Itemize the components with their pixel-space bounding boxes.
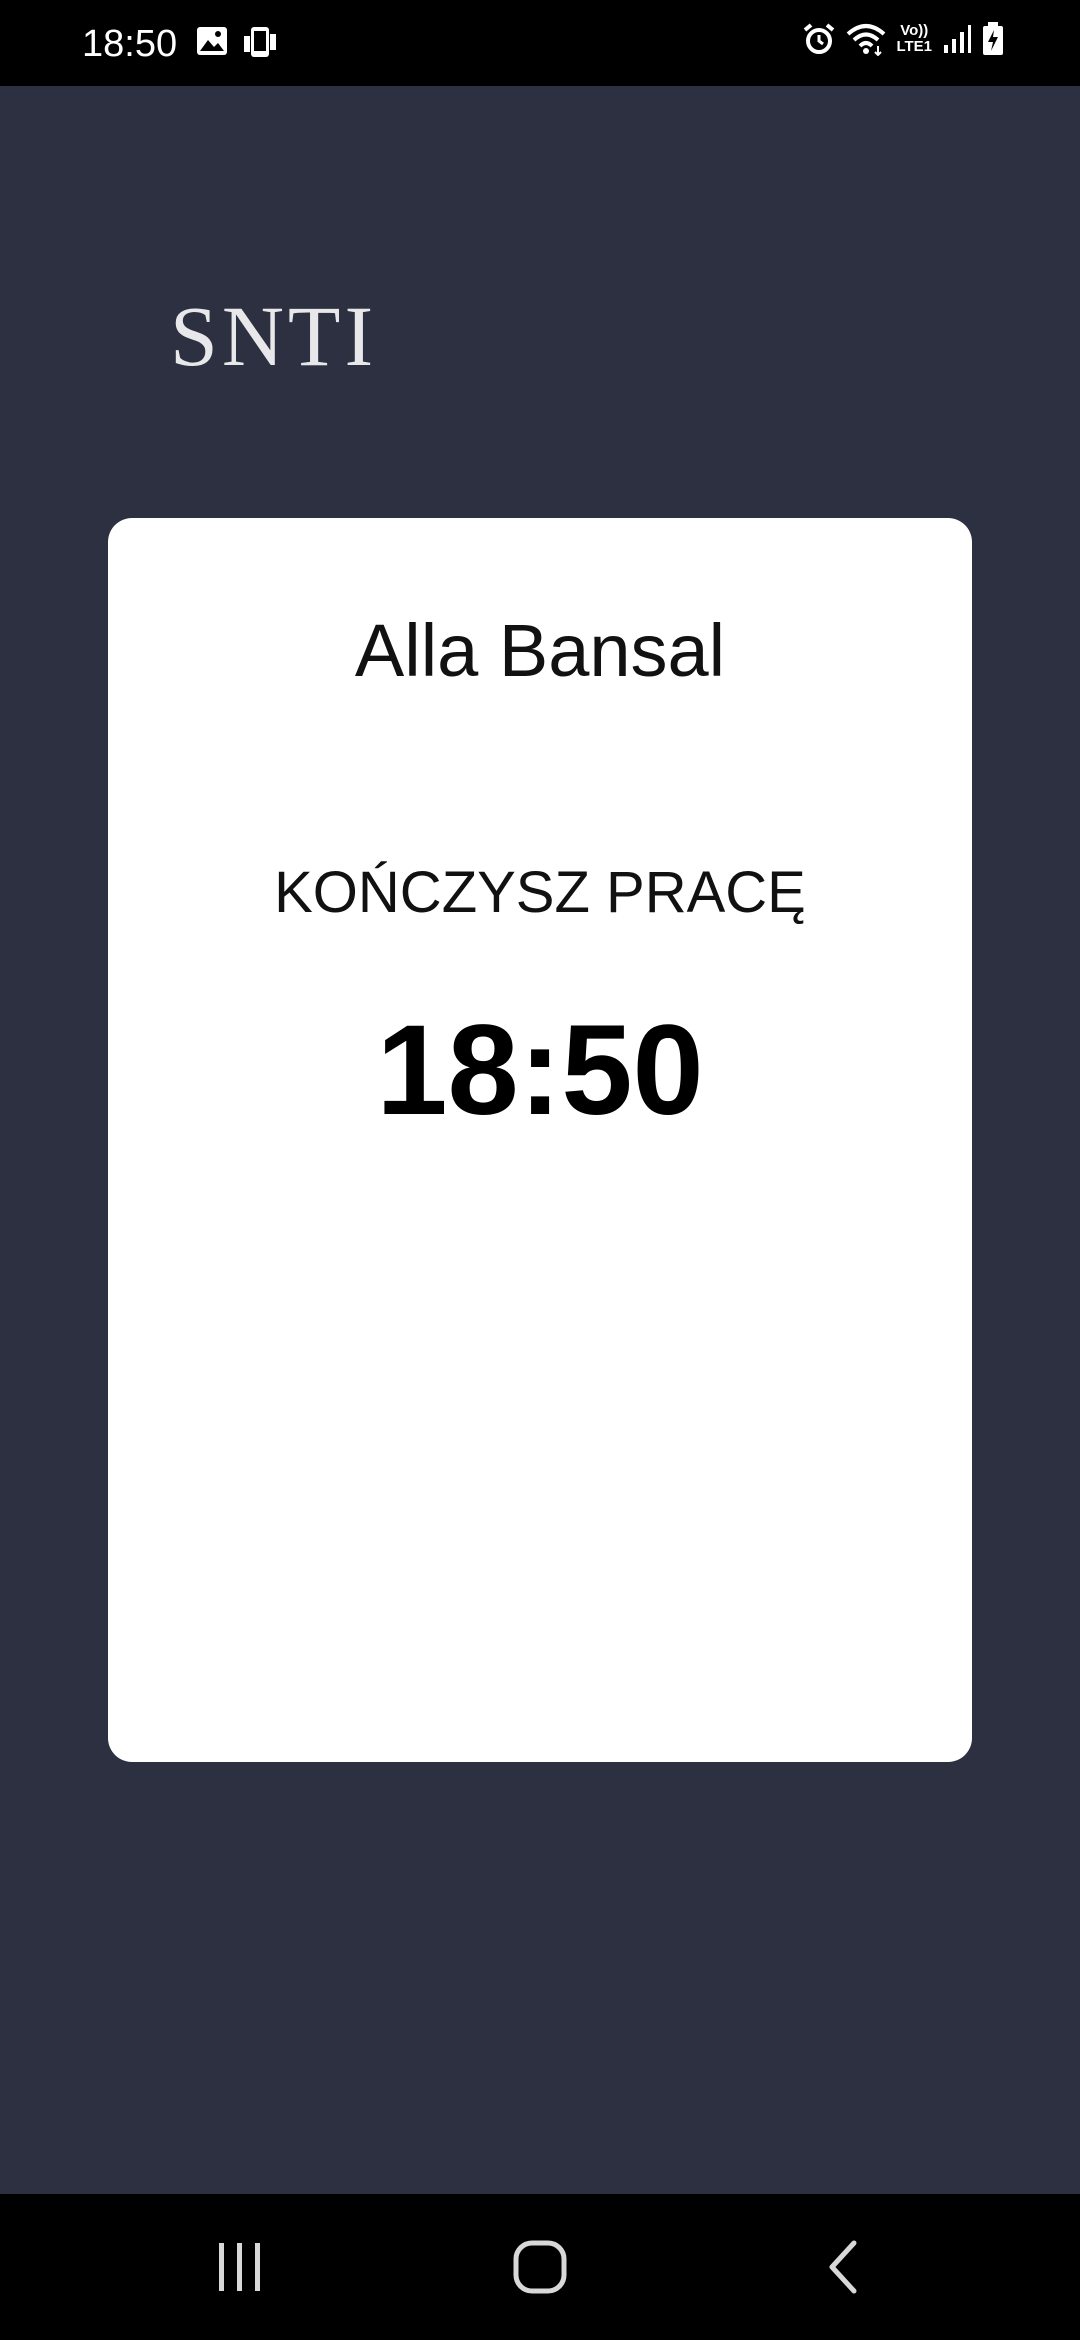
logo: SNTI	[170, 288, 378, 384]
clock-card: Alla Bansal KOŃCZYSZ PRACĘ 18:50	[108, 518, 972, 1762]
wifi-icon	[846, 22, 886, 56]
lte-label: LTE1	[896, 38, 932, 55]
alarm-icon	[802, 22, 836, 56]
app-screen: SNTI Alla Bansal KOŃCZYSZ PRACĘ 18:50	[0, 86, 1080, 2194]
signal-icon	[942, 23, 972, 55]
image-icon	[196, 26, 228, 60]
volte-lte-icon: Vo)) LTE1	[896, 23, 932, 55]
status-message: KOŃCZYSZ PRACĘ	[274, 860, 806, 925]
employee-name: Alla Bansal	[354, 609, 726, 692]
clock-time: 18:50	[376, 999, 704, 1142]
volte-label: Vo))	[900, 22, 929, 39]
device-sync-icon	[242, 26, 278, 60]
status-right-icons: Vo)) LTE1	[802, 22, 1004, 56]
navigation-bar	[0, 2194, 1080, 2340]
home-icon	[512, 2239, 568, 2295]
recent-apps-icon	[215, 2239, 265, 2295]
status-left-icons	[196, 26, 278, 60]
home-button[interactable]	[500, 2232, 580, 2302]
back-icon	[824, 2239, 864, 2295]
back-button[interactable]	[804, 2232, 884, 2302]
recent-apps-button[interactable]	[200, 2232, 280, 2302]
battery-charging-icon	[982, 22, 1004, 56]
status-bar: 18:50 Vo)) LTE1	[0, 0, 1080, 86]
status-time: 18:50	[82, 23, 178, 65]
